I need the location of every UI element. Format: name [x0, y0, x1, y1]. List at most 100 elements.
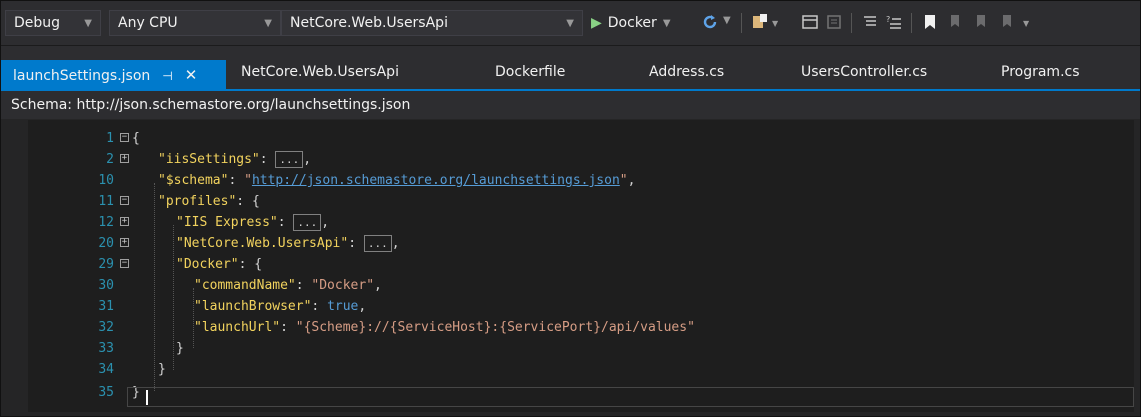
brace: {: [132, 131, 140, 146]
json-key: "launchUrl": [194, 320, 281, 335]
line-number: 32: [98, 320, 114, 335]
tab-userscontroller-cs[interactable]: UsersController.cs: [801, 59, 927, 85]
bookmark-icon[interactable]: [921, 13, 939, 31]
play-icon: ▶: [591, 15, 602, 31]
json-key: "IIS Express": [176, 215, 278, 230]
json-key: "profiles": [158, 194, 237, 209]
code-line: 29 − "Docker": {: [28, 254, 1134, 275]
line-number: 34: [98, 362, 114, 377]
code-text: }: [176, 338, 184, 359]
code-line: 34 }: [28, 359, 1134, 380]
line-number: 31: [98, 299, 114, 314]
toolbar-separator: [741, 13, 742, 33]
line-number: 1: [106, 131, 114, 146]
tab-label: NetCore.Web.UsersApi: [241, 64, 399, 80]
browse-icon[interactable]: [751, 13, 769, 31]
collapsed-region[interactable]: ...: [275, 151, 304, 168]
clear-bookmarks-icon[interactable]: [999, 13, 1017, 31]
next-bookmark-icon[interactable]: [973, 13, 991, 31]
uncomment-lines-icon[interactable]: ?: [885, 13, 903, 31]
run-target-label: Docker: [607, 15, 657, 31]
tab-netcore-web-usersapi[interactable]: NetCore.Web.UsersApi: [241, 59, 399, 85]
brace: {: [251, 194, 260, 209]
code-text: "commandName": "Docker",: [194, 278, 382, 293]
tab-dockerfile[interactable]: Dockerfile: [495, 59, 565, 85]
schema-url: http://json.schemastore.org/launchsettin…: [76, 97, 411, 113]
tab-address-cs[interactable]: Address.cs: [649, 59, 724, 85]
json-string: "Docker": [311, 278, 375, 293]
code-line: 2 + "iisSettings": ...,: [28, 149, 1134, 170]
tab-label: Program.cs: [1001, 64, 1080, 80]
code-text: "profiles": {: [158, 194, 260, 209]
text-caret: [146, 390, 148, 405]
close-icon[interactable]: ✕: [185, 66, 198, 84]
pin-icon[interactable]: ⊣: [162, 69, 172, 83]
schema-link[interactable]: http://json.schemastore.org/launchsettin…: [252, 173, 620, 188]
line-number: 35: [98, 385, 114, 400]
collapsed-region[interactable]: ...: [363, 235, 392, 252]
tab-program-cs[interactable]: Program.cs: [1001, 59, 1080, 85]
line-number: 12: [98, 215, 114, 230]
json-key: "commandName": [194, 278, 296, 293]
tab-label: Address.cs: [649, 64, 725, 80]
json-key: "Docker": [176, 257, 239, 272]
chevron-down-icon[interactable]: ▼: [772, 19, 778, 28]
chevron-down-icon[interactable]: ▼: [723, 15, 731, 26]
svg-text:?: ?: [886, 15, 890, 24]
json-string: "{Scheme}://{ServiceHost}:{ServicePort}/…: [295, 320, 695, 335]
code-text: "Docker": {: [176, 257, 263, 272]
expand-icon[interactable]: +: [120, 154, 129, 163]
code-line: 12 + "IIS Express": ...,: [28, 212, 1134, 233]
line-number: 33: [98, 341, 114, 356]
collapse-icon[interactable]: −: [120, 133, 129, 142]
code-line: 32 "launchUrl": "{Scheme}://{ServiceHost…: [28, 317, 1134, 338]
tab-launchsettings-json[interactable]: launchSettings.json ⊣ ✕: [1, 60, 226, 90]
code-line: 1 − {: [28, 128, 1134, 149]
toolbar-separator: [851, 13, 852, 33]
code-text: }: [158, 359, 166, 380]
code-text: "iisSettings": ...,: [158, 151, 312, 168]
collapsed-region[interactable]: ...: [293, 214, 322, 231]
platform-label: Any CPU: [118, 15, 178, 31]
line-number: 11: [98, 194, 114, 209]
json-boolean: true: [327, 299, 359, 314]
code-editor[interactable]: 1 − { 2 + "iisSettings": ..., 10 "$schem…: [28, 120, 1134, 412]
tab-label: UsersController.cs: [801, 64, 928, 80]
line-number: 10: [98, 173, 114, 188]
toolbar: Debug ▼ Any CPU ▼ NetCore.Web.UsersApi ▼…: [1, 1, 1140, 46]
configuration-label: Debug: [14, 15, 61, 31]
line-number: 2: [106, 152, 114, 167]
document-tabs: launchSettings.json ⊣ ✕ NetCore.Web.UsersA…: [1, 46, 1140, 90]
code-text: "IIS Express": ...,: [176, 214, 330, 231]
line-number: 29: [98, 257, 114, 272]
code-text: "NetCore.Web.UsersApi": ...,: [176, 235, 400, 252]
ide-window: Debug ▼ Any CPU ▼ NetCore.Web.UsersApi ▼…: [0, 0, 1141, 417]
run-button[interactable]: ▶ Docker ▼: [591, 10, 671, 36]
code-text: "$schema": "http://json.schemastore.org/…: [158, 173, 636, 188]
chevron-down-icon: ▼: [264, 17, 272, 29]
comment-lines-icon[interactable]: [861, 13, 879, 31]
code-line: 30 "commandName": "Docker",: [28, 275, 1134, 296]
brace: }: [158, 362, 166, 377]
code-line: 33 }: [28, 338, 1134, 359]
code-line: 31 "launchBrowser": true,: [28, 296, 1134, 317]
solution-explorer-icon[interactable]: [801, 13, 819, 31]
properties-icon[interactable]: [825, 13, 843, 31]
previous-bookmark-icon[interactable]: [947, 13, 965, 31]
expand-icon[interactable]: +: [120, 238, 129, 247]
configuration-dropdown[interactable]: Debug ▼: [5, 10, 101, 36]
platform-dropdown[interactable]: Any CPU ▼: [109, 10, 281, 36]
collapse-icon[interactable]: −: [120, 259, 129, 268]
startup-project-dropdown[interactable]: NetCore.Web.UsersApi ▼: [281, 10, 583, 36]
chevron-down-icon[interactable]: ▼: [1023, 19, 1029, 28]
schema-bar[interactable]: Schema: http://json.schemastore.org/laun…: [1, 91, 1140, 119]
code-text: {: [132, 128, 140, 149]
json-key: "launchBrowser": [194, 299, 312, 314]
code-text: "launchUrl": "{Scheme}://{ServiceHost}:{…: [194, 320, 695, 335]
tab-label: launchSettings.json: [13, 68, 151, 84]
collapse-icon[interactable]: −: [120, 196, 129, 205]
tab-label: Dockerfile: [495, 64, 566, 80]
expand-icon[interactable]: +: [120, 217, 129, 226]
json-key: "iisSettings": [158, 152, 260, 167]
refresh-icon[interactable]: [701, 13, 719, 31]
